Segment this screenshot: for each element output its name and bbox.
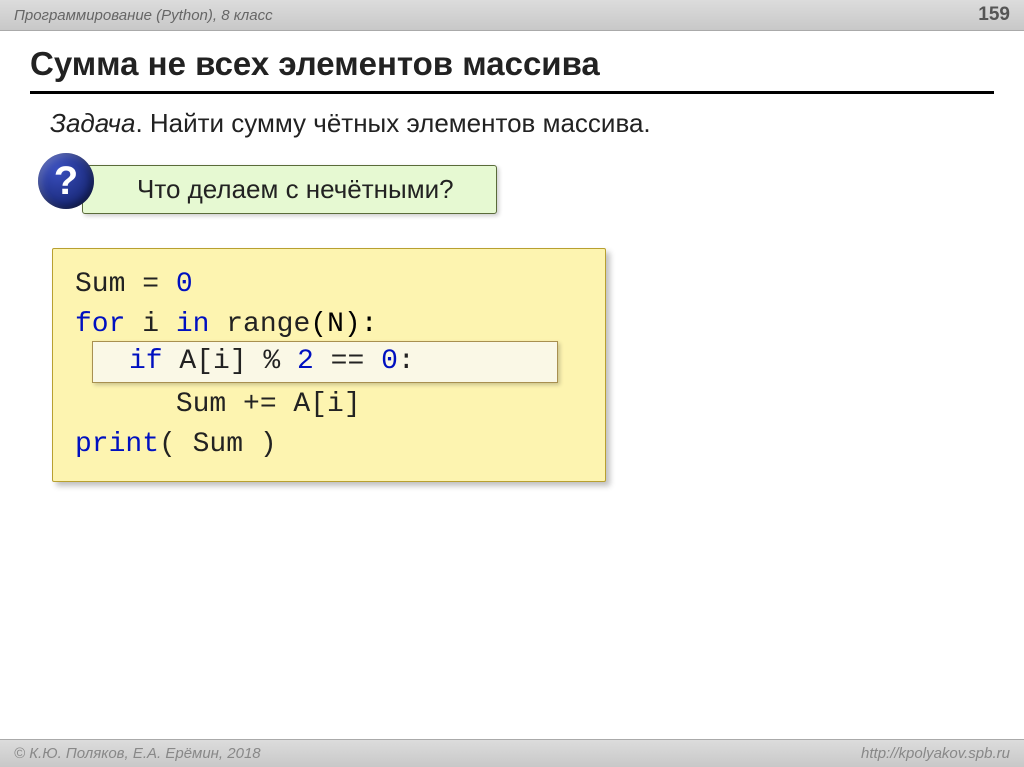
task-label: Задача (50, 108, 135, 138)
question-box: Что делаем с нечётными? (82, 165, 497, 214)
task-line: Задача. Найти сумму чётных элементов мас… (50, 108, 994, 139)
code-line-2: for i in range(N): (75, 305, 585, 345)
code-line-4: Sum += A[i] (75, 385, 585, 425)
header-bar: Программирование (Python), 8 класс 159 (0, 0, 1024, 31)
task-text: . Найти сумму чётных элементов массива. (135, 108, 650, 138)
footer-copyright: © К.Ю. Поляков, Е.А. Ерёмин, 2018 (14, 745, 261, 762)
question-mark-icon: ? (38, 153, 94, 209)
footer-bar: © К.Ю. Поляков, Е.А. Ерёмин, 2018 http:/… (0, 739, 1024, 767)
footer-url: http://kpolyakov.spb.ru (861, 745, 1010, 762)
question-callout: ? Что делаем с нечётными? (82, 165, 994, 214)
code-line-5: print( Sum ) (75, 425, 585, 465)
slide-content: Сумма не всех элементов массива Задача. … (0, 31, 1024, 496)
slide-title: Сумма не всех элементов массива (30, 45, 994, 94)
code-highlight-box: if A[i] % 2 == 0: (92, 341, 558, 383)
header-breadcrumb: Программирование (Python), 8 класс (14, 7, 273, 24)
page-number: 159 (978, 4, 1010, 26)
code-block-wrap: Sum = 0 for i in range(N): Sum += A[i] p… (52, 248, 606, 482)
code-line-1: Sum = 0 (75, 265, 585, 305)
